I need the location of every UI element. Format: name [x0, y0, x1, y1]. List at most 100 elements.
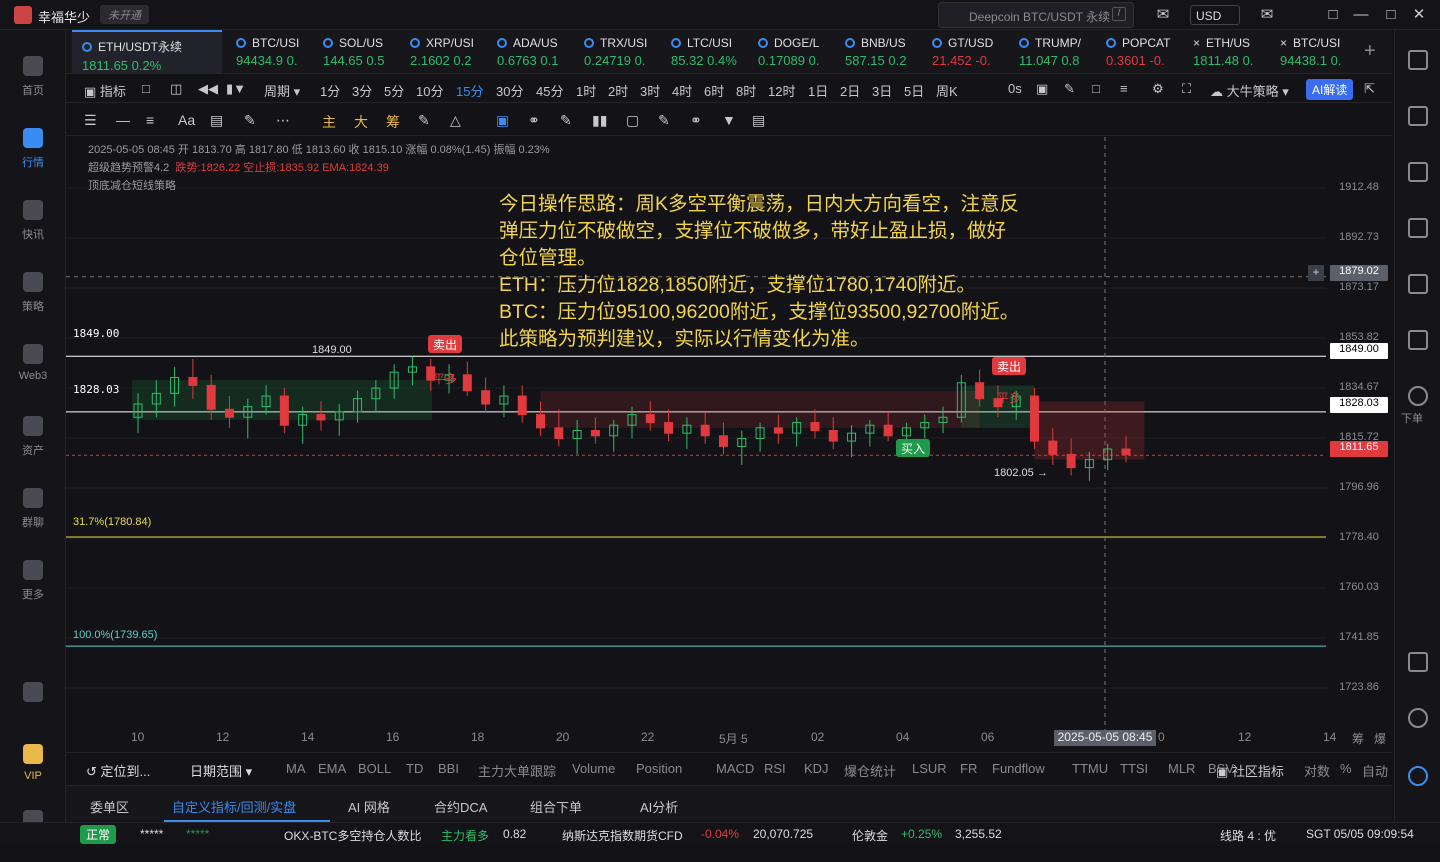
auto-toggle[interactable]: 自动: [1362, 761, 1388, 780]
percent-toggle[interactable]: %: [1340, 761, 1352, 776]
locate-button[interactable]: ↺ 定位到...: [86, 761, 150, 780]
tab-orders[interactable]: 委单区: [90, 797, 129, 816]
add-tab-icon[interactable]: +: [1364, 40, 1376, 63]
timeframe-3[interactable]: 10分: [416, 81, 443, 100]
brush-icon[interactable]: ✎: [244, 112, 256, 129]
calculator-icon[interactable]: [1408, 330, 1428, 350]
headset-icon[interactable]: [1408, 708, 1428, 728]
nav-phone[interactable]: [0, 670, 66, 734]
layout-icon[interactable]: □: [1324, 6, 1342, 24]
indicator-ma[interactable]: MA: [286, 761, 306, 776]
indicator-ttsi[interactable]: TTSI: [1120, 761, 1148, 776]
timeframe-0[interactable]: 1分: [320, 81, 340, 100]
order-icon[interactable]: [1408, 386, 1428, 406]
link-icon[interactable]: ⚭: [528, 112, 540, 129]
indicator-fundflow[interactable]: Fundflow: [992, 761, 1045, 776]
indicator-ttmu[interactable]: TTMU: [1072, 761, 1108, 776]
indicator-td[interactable]: TD: [406, 761, 423, 776]
grid-icon[interactable]: [1408, 50, 1428, 70]
timeframe-13[interactable]: 12时: [768, 81, 795, 100]
bell-icon[interactable]: ✉: [1154, 6, 1172, 24]
share-icon[interactable]: ⇱: [1364, 81, 1375, 97]
vip-status-badge[interactable]: 未开通: [100, 5, 149, 24]
indicator-macd[interactable]: MACD: [716, 761, 754, 776]
ticker-tab[interactable]: BTC/USI 94434.9 0.: [226, 30, 313, 74]
nav-market[interactable]: 行情: [0, 116, 66, 180]
nav-vip[interactable]: VIP: [0, 732, 66, 796]
log-scale-toggle[interactable]: 对数: [1304, 761, 1330, 780]
close-icon[interactable]: ✕: [1410, 6, 1428, 24]
hline-icon[interactable]: —: [116, 112, 130, 128]
close-icon[interactable]: ×: [1193, 36, 1200, 50]
pen-icon[interactable]: ✎: [1064, 81, 1075, 97]
indicator-lsur[interactable]: LSUR: [912, 761, 947, 776]
indicator-fr[interactable]: FR: [960, 761, 977, 776]
indicator-position[interactable]: Position: [636, 761, 682, 776]
candle-type-icon[interactable]: ▮▼: [226, 81, 246, 97]
ruler-icon[interactable]: ▤: [210, 112, 223, 129]
ticker-pair[interactable]: 纳斯达克指数期货CFD: [562, 827, 683, 844]
trash-icon[interactable]: ▤: [752, 112, 765, 129]
timeframe-17[interactable]: 5日: [904, 81, 924, 100]
tab-ai-analysis[interactable]: AI分析: [640, 797, 678, 816]
document-icon[interactable]: [1408, 106, 1428, 126]
timeframe-10[interactable]: 4时: [672, 81, 692, 100]
large-order-tool[interactable]: 大: [354, 112, 368, 132]
chip-tool[interactable]: 筹: [386, 112, 400, 132]
timeframe-18[interactable]: 周K: [936, 81, 958, 100]
dollar-icon[interactable]: [1408, 162, 1428, 182]
timeframe-12[interactable]: 8时: [736, 81, 756, 100]
ai-analysis-button[interactable]: AI解读: [1306, 79, 1354, 100]
indicator-volume[interactable]: Volume: [572, 761, 615, 776]
nav-news[interactable]: 快讯: [0, 188, 66, 252]
more-icon[interactable]: ⋯: [276, 112, 290, 129]
nav-more[interactable]: 更多: [0, 548, 66, 612]
search-input[interactable]: Deepcoin BTC/USDT 永续: [938, 2, 1134, 28]
timeframe-6[interactable]: 45分: [536, 81, 563, 100]
add-alert-icon[interactable]: +: [1308, 265, 1324, 281]
timeframe-11[interactable]: 6时: [704, 81, 724, 100]
multiline-icon[interactable]: ≡: [146, 112, 154, 128]
fullscreen-icon[interactable]: ⛶: [1182, 81, 1191, 97]
main-chart-tool[interactable]: 主: [322, 112, 336, 132]
measure-icon[interactable]: △: [450, 112, 461, 129]
close-icon[interactable]: ×: [1280, 36, 1287, 50]
ticker-tab[interactable]: BNB/US 587.15 0.2: [835, 30, 922, 74]
timeframe-15[interactable]: 2日: [840, 81, 860, 100]
replay-icon[interactable]: ◀◀: [198, 81, 218, 97]
edit-icon[interactable]: ✎: [418, 112, 430, 129]
indicator-ema[interactable]: EMA: [318, 761, 346, 776]
layout-icon[interactable]: □: [1092, 81, 1100, 96]
tab-ai-grid[interactable]: AI 网格: [348, 797, 390, 816]
nav-chat[interactable]: 群聊: [0, 476, 66, 540]
panel-icon[interactable]: [1408, 652, 1428, 672]
ticker-tab[interactable]: × BTC/USI 94438.1 0.: [1270, 30, 1357, 74]
candles-icon[interactable]: ▮▮: [592, 112, 607, 129]
lock-icon[interactable]: ▢: [626, 112, 639, 129]
minimize-icon[interactable]: —: [1352, 6, 1370, 24]
maximize-icon[interactable]: □: [1382, 6, 1400, 24]
note-icon[interactable]: ✎: [658, 112, 670, 129]
nav-web3[interactable]: Web3: [0, 332, 66, 396]
nav-home[interactable]: 首页: [0, 44, 66, 108]
timeframe-9[interactable]: 3时: [640, 81, 660, 100]
timeframe-5[interactable]: 30分: [496, 81, 523, 100]
indicator-boll[interactable]: BOLL: [358, 761, 391, 776]
currency-select[interactable]: USD: [1190, 5, 1240, 25]
eraser-icon[interactable]: ✎: [560, 112, 572, 129]
menu-icon[interactable]: ☰: [84, 112, 97, 129]
ticker-tab[interactable]: ETH/USDT永续 1811.65 0.2%: [72, 30, 222, 74]
monitor-icon[interactable]: [1408, 274, 1428, 294]
timeframe-8[interactable]: 2时: [608, 81, 628, 100]
camera-icon[interactable]: ▣: [1036, 81, 1048, 97]
ticker-tab[interactable]: SOL/US 144.65 0.5: [313, 30, 400, 74]
timeframe-14[interactable]: 1日: [808, 81, 828, 100]
ticker-tab[interactable]: GT/USD 21.452 -0.: [922, 30, 1009, 74]
indicator-bbi[interactable]: BBI: [438, 761, 459, 776]
liquidation-toggle[interactable]: 爆: [1374, 730, 1386, 747]
ticker-tab[interactable]: × ETH/US 1811.48 0.: [1183, 30, 1270, 74]
indicator-主力大单跟踪[interactable]: 主力大单跟踪: [478, 761, 556, 780]
timeframe-2[interactable]: 5分: [384, 81, 404, 100]
mail-icon[interactable]: ✉: [1258, 6, 1276, 24]
settings-icon[interactable]: ⚙: [1152, 81, 1164, 97]
